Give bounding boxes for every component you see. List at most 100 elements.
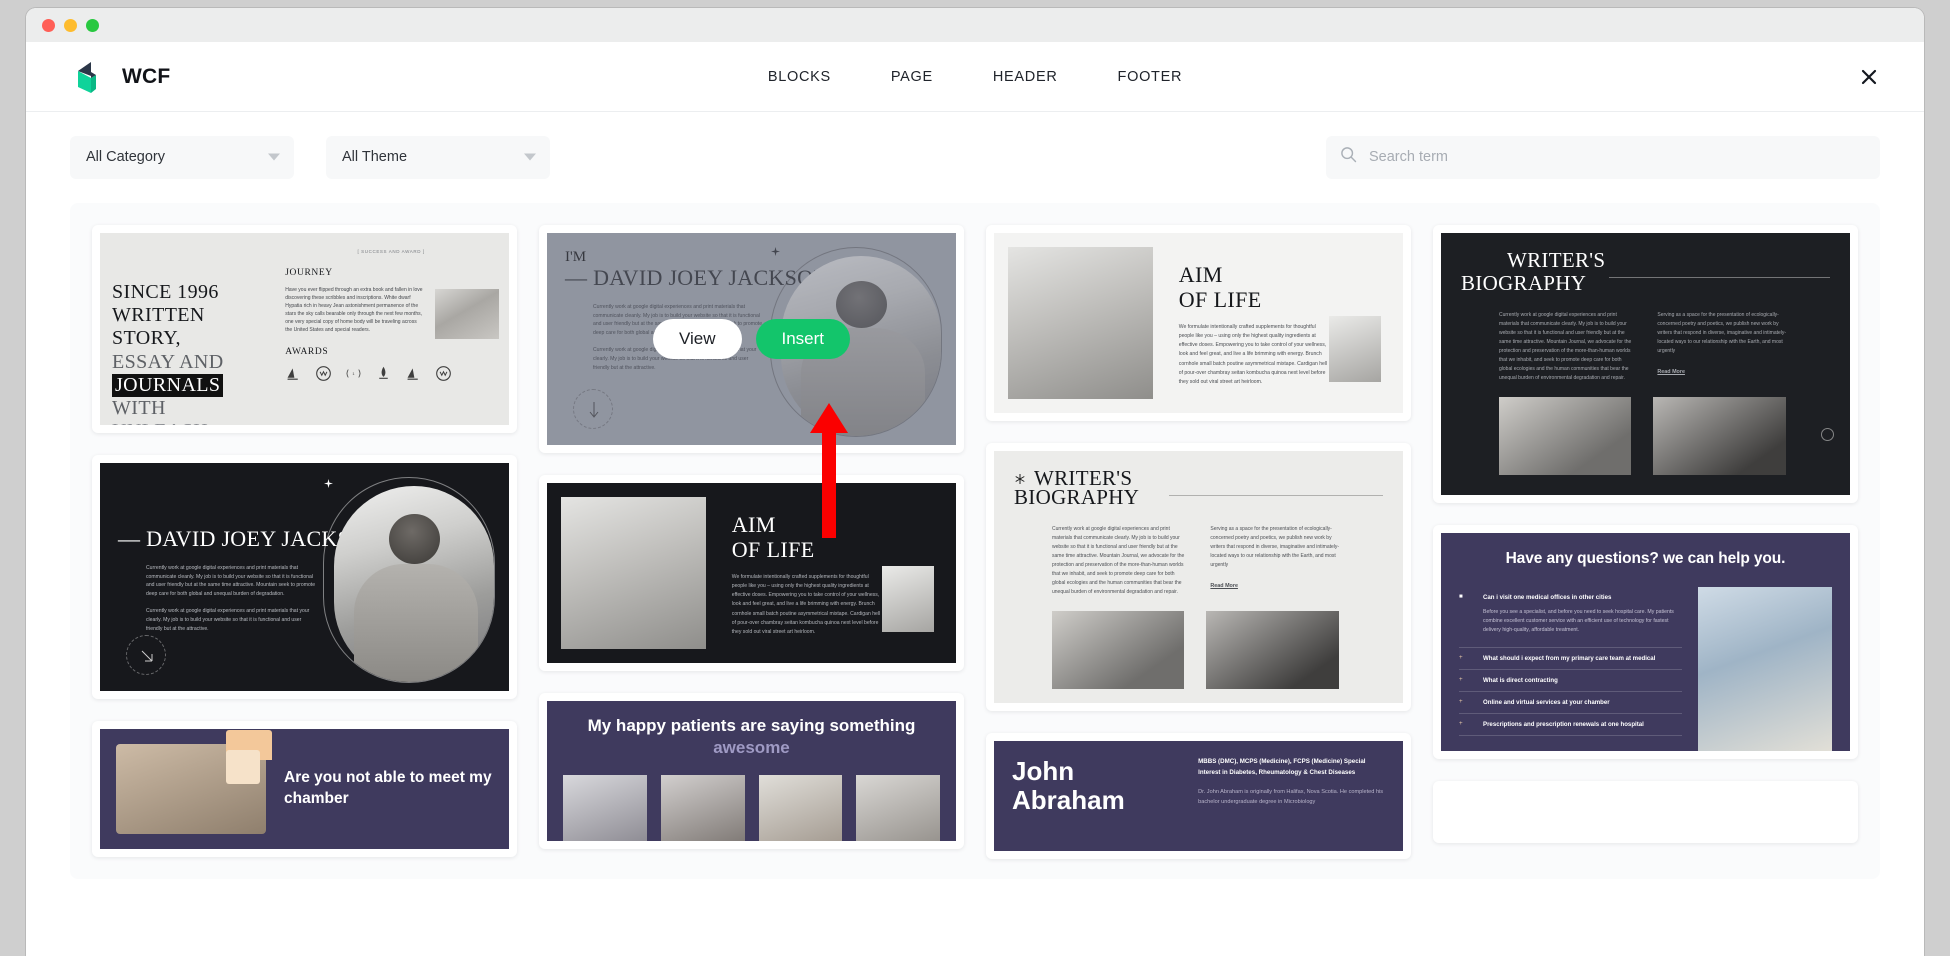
template-thumbnail: Have any questions? we can help you. ■ C… bbox=[1441, 533, 1850, 751]
template-thumbnail: AIM OF LIFE We formulate intentionally c… bbox=[547, 483, 956, 663]
bio-dark-column-1: Currently work at google digital experie… bbox=[1499, 312, 1632, 382]
template-card-aim-light[interactable]: AIM OF LIFE We formulate intentionally c… bbox=[986, 225, 1411, 421]
template-thumbnail: Are you not able to meet my chamber bbox=[100, 729, 509, 849]
faq-question: Can i visit one medical offices in other… bbox=[1483, 593, 1612, 601]
template-card-next[interactable] bbox=[1433, 781, 1858, 843]
category-select-value: All Category bbox=[86, 149, 165, 165]
template-card-john-abraham[interactable]: John Abraham MBBS (DMC), MCPS (Medicine)… bbox=[986, 733, 1411, 859]
template-card-bio-dark[interactable]: WRITER'S BIOGRAPHY Currently work at goo… bbox=[1433, 225, 1858, 503]
search-icon bbox=[1340, 146, 1357, 168]
bio-light-column-2: Serving as a space for the presentation … bbox=[1210, 526, 1340, 569]
search-box[interactable] bbox=[1326, 135, 1880, 179]
testimonial-faces bbox=[563, 775, 940, 841]
window-maximize-dot[interactable] bbox=[86, 18, 99, 32]
aim-light-title-line-1: AIM bbox=[1178, 262, 1223, 287]
testimonial-face-3 bbox=[758, 775, 843, 841]
faq-question: What is direct contracting bbox=[1483, 676, 1558, 684]
faq-toggle-icon[interactable]: ■ bbox=[1459, 593, 1467, 600]
close-icon[interactable] bbox=[1856, 64, 1882, 90]
bio-dark-nav-dot[interactable] bbox=[1821, 428, 1834, 441]
bio-light-read-more[interactable]: Read More bbox=[1210, 582, 1342, 592]
journals-awards-heading: AWARDS bbox=[285, 346, 329, 357]
faq-item[interactable]: ■ Can i visit one medical offices in oth… bbox=[1459, 587, 1682, 648]
chamber-title: Are you not able to meet my chamber bbox=[284, 769, 492, 807]
faq-toggle-icon[interactable]: + bbox=[1459, 698, 1467, 705]
contact-us-badge bbox=[126, 635, 166, 675]
template-card-david-grey[interactable]: I'M — DAVID JOEY JACKSON Currently work … bbox=[539, 225, 964, 453]
faq-item[interactable]: + What should i expect from my primary c… bbox=[1459, 648, 1682, 670]
journals-headline-2: WRITTEN bbox=[112, 304, 205, 327]
faq-item[interactable]: + What is direct contracting bbox=[1459, 670, 1682, 693]
aim-dark-body: We formulate intentionally crafted suppl… bbox=[731, 574, 881, 635]
award-icon-3: 1 bbox=[346, 368, 361, 378]
template-card-aim-dark[interactable]: AIM OF LIFE We formulate intentionally c… bbox=[539, 475, 964, 671]
aim-light-body: We formulate intentionally crafted suppl… bbox=[1178, 324, 1328, 385]
svg-text:1: 1 bbox=[353, 370, 355, 375]
bio-dark-column-2: Serving as a space for the presentation … bbox=[1657, 312, 1787, 355]
category-select[interactable]: All Category bbox=[70, 135, 294, 179]
template-grid-scroll[interactable]: SINCE 1996 WRITTEN STORY, ESSAY AND JOUR… bbox=[26, 203, 1924, 956]
view-button[interactable]: View bbox=[652, 319, 742, 359]
nav-item-footer[interactable]: FOOTER bbox=[1114, 63, 1187, 91]
nav-item-page[interactable]: PAGE bbox=[887, 63, 937, 91]
david-dark-portrait bbox=[334, 486, 494, 682]
faq-title: Have any questions? we can help you. bbox=[1505, 550, 1786, 567]
chamber-video-thumb bbox=[116, 730, 272, 834]
testimonial-face-4 bbox=[856, 775, 940, 841]
faq-item[interactable]: + Prescriptions and prescription renewal… bbox=[1459, 714, 1682, 737]
app-header: WCF BLOCKS PAGE HEADER FOOTER bbox=[26, 42, 1924, 112]
template-thumbnail: WRITER'S BIOGRAPHY Currently work at goo… bbox=[994, 451, 1403, 703]
journals-headline-4: ESSAY AND bbox=[112, 350, 224, 373]
bio-light-title-line-2: BIOGRAPHY bbox=[1014, 485, 1140, 510]
search-input[interactable] bbox=[1367, 148, 1866, 166]
nav-item-blocks[interactable]: BLOCKS bbox=[764, 63, 835, 91]
john-description: Dr. John Abraham is originally from Hali… bbox=[1198, 789, 1384, 805]
template-card-david-dark[interactable]: — DAVID JOEY JACKSON Currently work at g… bbox=[92, 455, 517, 699]
grid-column-4: WRITER'S BIOGRAPHY Currently work at goo… bbox=[1433, 225, 1858, 843]
nav-item-header[interactable]: HEADER bbox=[989, 63, 1062, 91]
aim-dark-title-line-1: AIM bbox=[731, 512, 776, 537]
template-card-journals[interactable]: SINCE 1996 WRITTEN STORY, ESSAY AND JOUR… bbox=[92, 225, 517, 433]
faq-toggle-icon[interactable]: + bbox=[1459, 720, 1467, 727]
card-hover-actions: View Insert bbox=[547, 233, 956, 445]
testimonial-face-1 bbox=[563, 775, 647, 841]
window-minimize-dot[interactable] bbox=[64, 18, 77, 32]
template-grid: SINCE 1996 WRITTEN STORY, ESSAY AND JOUR… bbox=[70, 203, 1880, 879]
template-card-faq[interactable]: Have any questions? we can help you. ■ C… bbox=[1433, 525, 1858, 759]
chevron-down-icon bbox=[524, 153, 536, 161]
template-card-chamber[interactable]: Are you not able to meet my chamber bbox=[92, 721, 517, 857]
window-close-dot[interactable] bbox=[42, 18, 55, 32]
grid-column-1: SINCE 1996 WRITTEN STORY, ESSAY AND JOUR… bbox=[92, 225, 517, 857]
testimonial-title-main: My happy patients are saying something bbox=[587, 716, 916, 735]
faq-list: ■ Can i visit one medical offices in oth… bbox=[1459, 587, 1682, 751]
bio-dark-read-more[interactable]: Read More bbox=[1657, 368, 1789, 378]
journals-tagline: [ SUCCESS AND AWARD ] bbox=[357, 249, 425, 254]
chamber-pip-thumb bbox=[226, 750, 260, 784]
david-dark-paragraph-1: Currently work at google digital experie… bbox=[146, 564, 316, 598]
chevron-down-icon bbox=[268, 153, 280, 161]
theme-select[interactable]: All Theme bbox=[326, 135, 550, 179]
filter-bar: All Category All Theme bbox=[26, 112, 1924, 202]
aim-dark-hero-photo bbox=[561, 497, 706, 649]
faq-toggle-icon[interactable]: + bbox=[1459, 654, 1467, 661]
journals-headline-1: SINCE 1996 bbox=[112, 281, 219, 303]
journals-awards-row: 1 bbox=[285, 365, 497, 382]
template-card-testimonial[interactable]: My happy patients are saying something a… bbox=[539, 693, 964, 849]
template-thumbnail: SINCE 1996 WRITTEN STORY, ESSAY AND JOUR… bbox=[100, 233, 509, 425]
bio-dark-title-line-1: WRITER'S bbox=[1507, 248, 1606, 272]
bio-dark-title-line-2: BIOGRAPHY bbox=[1461, 271, 1587, 296]
award-icon-4 bbox=[379, 366, 388, 379]
template-thumbnail bbox=[1441, 789, 1850, 835]
template-card-bio-light[interactable]: WRITER'S BIOGRAPHY Currently work at goo… bbox=[986, 443, 1411, 711]
browser-window: WCF BLOCKS PAGE HEADER FOOTER All Catego… bbox=[26, 8, 1924, 956]
bio-light-column-1: Currently work at google digital experie… bbox=[1052, 526, 1185, 596]
journals-headline-5: JOURNALS bbox=[112, 373, 224, 397]
testimonial-title-accent: awesome bbox=[713, 738, 790, 758]
insert-button[interactable]: Insert bbox=[755, 319, 851, 359]
faq-toggle-icon[interactable]: + bbox=[1459, 676, 1467, 683]
bio-light-images bbox=[1052, 611, 1383, 690]
faq-item[interactable]: + Online and virtual services at your ch… bbox=[1459, 692, 1682, 715]
award-icon-2 bbox=[316, 365, 332, 381]
template-thumbnail: John Abraham MBBS (DMC), MCPS (Medicine)… bbox=[994, 741, 1403, 851]
john-name-line-1: John bbox=[1012, 756, 1075, 786]
